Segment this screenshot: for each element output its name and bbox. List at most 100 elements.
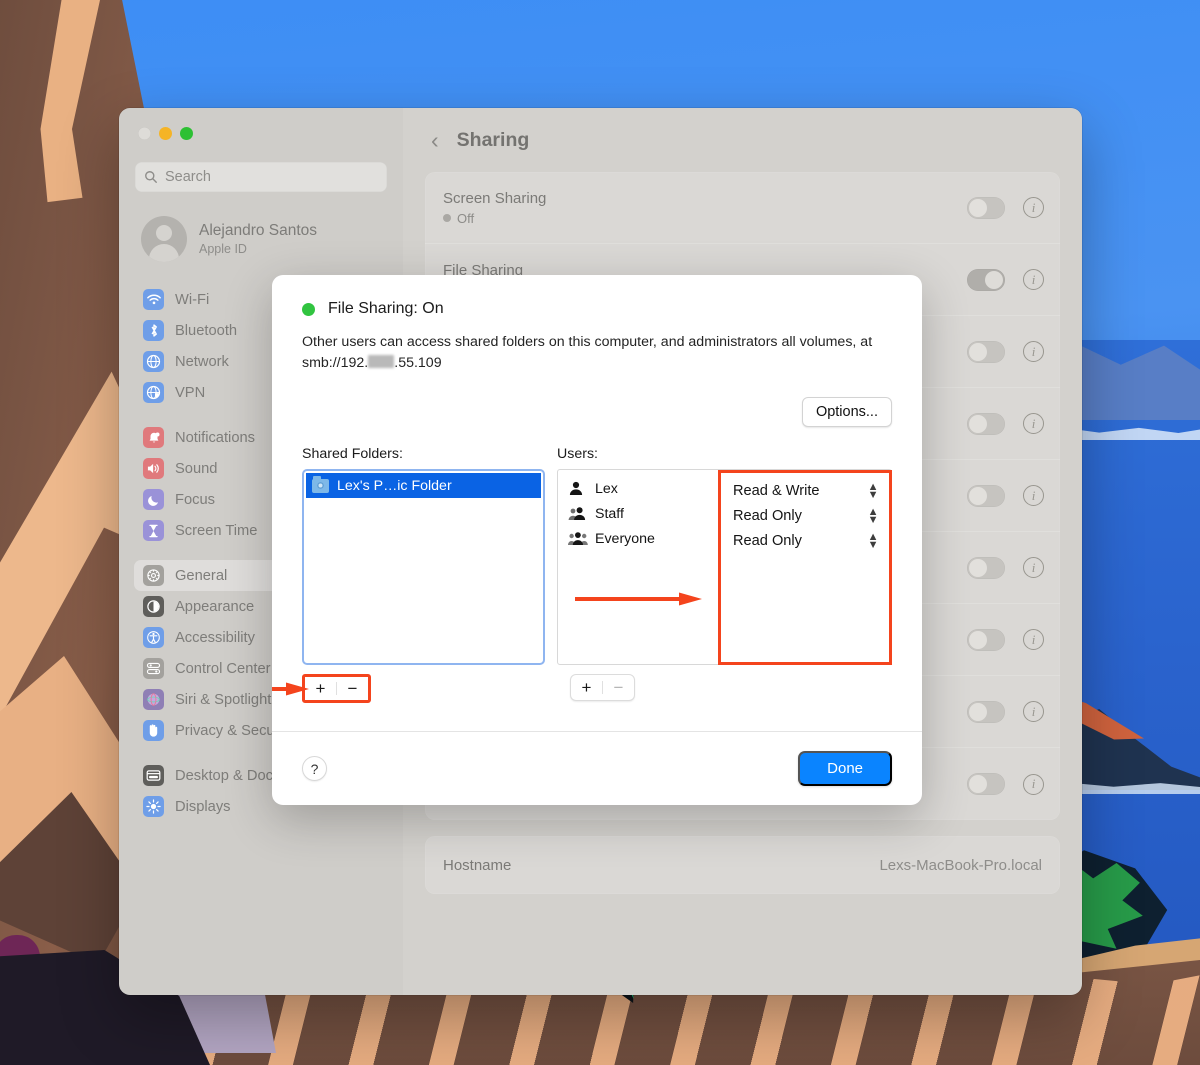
bluetooth-icon [143,320,164,341]
desktop-dock-icon [143,765,164,786]
permissions-column-highlight: Read & Write ▲ ▼ Read Only ▲ ▼ Read Only ▲… [718,469,892,665]
moon-icon [143,489,164,510]
sidebar-item-label: Wi-Fi [175,291,210,308]
account-name: Alejandro Santos [199,222,318,240]
remove-user-button[interactable]: − [603,675,634,700]
search-input[interactable]: Search [135,162,387,192]
info-circle-icon[interactable]: i [1023,341,1044,362]
minimize-window-button[interactable] [159,127,172,140]
sharing-toggle[interactable] [967,628,1005,651]
control-center-icon [143,658,164,679]
description-text-after: .55.109 [394,354,442,371]
info-circle-icon[interactable]: i [1023,413,1044,434]
annotation-arrow-permissions [575,592,702,606]
speaker-icon [143,458,164,479]
globe-icon [143,351,164,372]
shared-folders-controls: + − [272,674,545,704]
hostname-row[interactable]: Hostname Lexs-MacBook-Pro.local [425,836,1060,894]
permission-dropdown[interactable]: Read Only ▲ ▼ [721,504,889,529]
chevron-updown-icon[interactable]: ▲ ▼ [868,532,879,551]
sharing-toggle[interactable] [967,484,1005,507]
users-label: Users: [557,446,598,463]
dialog-description: Other users can access shared folders on… [302,332,877,373]
info-circle-icon[interactable]: i [1023,773,1044,795]
close-window-button[interactable] [138,127,151,140]
remove-folder-button[interactable]: − [337,677,368,700]
hostname-card: Hostname Lexs-MacBook-Pro.local [425,836,1060,894]
user-add-remove-group: + − [570,674,635,702]
status-dot-icon [302,302,315,316]
users-column: Users: Lex Staff Everyone Read & Write ▲… [557,446,892,703]
permission-dropdown[interactable]: Read & Write ▲ ▼ [721,479,889,504]
options-button[interactable]: Options... [801,397,892,428]
permission-value: Read Only [733,533,802,550]
info-circle-icon[interactable]: i [1023,269,1044,290]
single-person-icon [568,481,588,496]
sharing-toggle[interactable] [967,412,1005,435]
list-item[interactable]: Lex [568,476,718,501]
maximize-window-button[interactable] [180,127,193,140]
public-folder-icon [312,475,329,493]
chevron-left-icon[interactable]: ‹ [431,128,439,152]
permission-value: Read Only [733,508,802,525]
three-person-icon [568,531,588,546]
dialog-footer: ? Done [272,731,922,805]
table-row[interactable]: Screen Sharing Off i [425,172,1060,244]
sharing-toggle[interactable] [967,556,1005,579]
add-user-button[interactable]: + [571,675,602,700]
page-title: Sharing [456,128,530,151]
search-icon [145,171,157,183]
main-header: ‹ Sharing [425,108,1060,172]
status-dot-icon [443,214,451,222]
folder-add-remove-group: + − [302,674,371,704]
file-sharing-toggle[interactable] [967,268,1005,291]
shared-folders-list[interactable]: Lex's P…ic Folder [302,469,545,666]
vpn-globe-icon [143,382,164,403]
sidebar-item-label: Appearance [175,598,255,615]
dialog-status: File Sharing: On [302,300,892,318]
info-circle-icon[interactable]: i [1023,197,1044,218]
chevron-updown-icon[interactable]: ▲ ▼ [868,482,879,501]
sidebar-item-label: Screen Time [175,522,258,539]
user-name: Everyone [595,530,655,547]
list-item[interactable]: Staff [568,501,718,526]
siri-icon [143,689,164,710]
sidebar-item-label: Control Center [175,660,271,677]
appearance-icon [143,596,164,617]
row-status-label: Off [457,210,475,226]
sharing-toggle[interactable] [967,700,1005,723]
users-names-list: Lex Staff Everyone [558,470,718,664]
sidebar-item-label: Displays [175,798,231,815]
info-circle-icon[interactable]: i [1023,485,1044,506]
hostname-label: Hostname [443,856,512,874]
list-item[interactable]: Everyone [568,526,718,551]
screen-sharing-toggle[interactable] [967,196,1005,219]
permission-dropdown[interactable]: Read Only ▲ ▼ [721,529,889,554]
list-item[interactable]: Lex's P…ic Folder [306,473,541,499]
row-title: Screen Sharing [443,189,547,207]
search-placeholder: Search [165,169,211,185]
info-circle-icon[interactable]: i [1023,701,1044,722]
hand-icon [143,720,164,741]
info-circle-icon[interactable]: i [1023,629,1044,650]
sidebar-item-label: Bluetooth [175,322,238,339]
user-name: Lex [595,480,618,497]
shared-folders-label: Shared Folders: [302,446,403,463]
done-button[interactable]: Done [798,751,892,786]
chevron-updown-icon[interactable]: ▲ ▼ [868,507,879,526]
help-button[interactable]: ? [302,756,327,781]
sidebar-item-label: Siri & Spotlight [175,691,272,708]
window-traffic-lights [129,118,393,156]
account-subtitle: Apple ID [199,241,247,256]
users-list-panel[interactable]: Lex Staff Everyone Read & Write ▲ ▼ Read… [557,469,892,666]
info-circle-icon[interactable]: i [1023,557,1044,578]
status-badge: File Sharing: On [328,300,444,317]
dialog-body: File Sharing: On Other users can access … [272,275,922,731]
bluetooth-sharing-toggle[interactable] [967,773,1005,795]
sharing-toggle[interactable] [967,340,1005,363]
apple-id-account-item[interactable]: Alejandro Santos Apple ID [137,210,387,268]
users-controls: + − [570,674,892,702]
two-person-icon [568,506,588,521]
wifi-icon [143,289,164,310]
gear-icon [143,565,164,586]
